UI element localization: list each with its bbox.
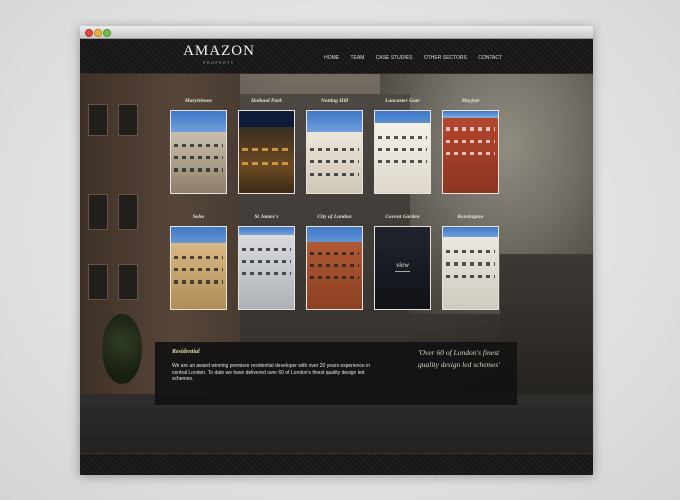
close-window-button[interactable] xyxy=(85,29,93,37)
location-label: Lancaster Gate xyxy=(385,98,420,104)
location-thumbnail[interactable] xyxy=(306,226,363,310)
info-title: Residential xyxy=(172,349,200,355)
nav-other-sectors[interactable]: OTHER SECTORS xyxy=(424,55,467,61)
location-label: Notting Hill xyxy=(320,98,349,104)
main-nav: HOME TEAM CASE STUDIES OTHER SECTORS CON… xyxy=(314,55,502,61)
zoom-window-button[interactable] xyxy=(103,29,111,37)
location-label: St James's xyxy=(254,214,279,220)
minimize-window-button[interactable] xyxy=(94,29,102,37)
nav-home[interactable]: HOME xyxy=(324,55,339,61)
site-footer xyxy=(80,453,593,475)
nav-team[interactable]: TEAM xyxy=(350,55,364,61)
location-thumbnail[interactable] xyxy=(170,226,227,310)
location-thumbnail[interactable] xyxy=(238,226,295,310)
location-thumbnail[interactable] xyxy=(306,110,363,194)
location-label: City of London xyxy=(317,214,352,220)
location-label: Kensington xyxy=(457,214,484,220)
location-thumbnail[interactable]: view xyxy=(374,226,431,310)
window-titlebar xyxy=(80,26,593,39)
location-label: Mayfair xyxy=(461,98,480,104)
location-label: Holland Park xyxy=(250,98,283,104)
info-quote: 'Over 60 of London's finest quality desi… xyxy=(418,348,500,369)
info-description: We are an award winning premiere residen… xyxy=(172,363,371,382)
site-logo[interactable]: AMAZON xyxy=(174,43,264,60)
location-label: Covent Garden xyxy=(385,214,420,220)
site-header: AMAZON PROPERTY HOME TEAM CASE STUDIES O… xyxy=(80,39,593,74)
location-label: Soho xyxy=(192,214,205,220)
site-logo-subtitle: PROPERTY xyxy=(203,61,235,65)
browser-window: AMAZON PROPERTY HOME TEAM CASE STUDIES O… xyxy=(80,26,593,475)
location-thumbnail[interactable] xyxy=(442,110,499,194)
location-thumbnail[interactable] xyxy=(442,226,499,310)
nav-contact[interactable]: CONTACT xyxy=(478,55,502,61)
location-thumbnail[interactable] xyxy=(374,110,431,194)
location-thumbnail[interactable] xyxy=(238,110,295,194)
location-thumbnail[interactable] xyxy=(170,110,227,194)
nav-case-studies[interactable]: CASE STUDIES xyxy=(376,55,413,61)
view-link[interactable]: view xyxy=(375,261,430,269)
residential-info-panel: Residential We are an award winning prem… xyxy=(155,342,517,405)
location-label: Marylebone xyxy=(184,98,213,104)
hero-background: Marylebone Holland Park Notting Hill Lan… xyxy=(80,74,593,453)
